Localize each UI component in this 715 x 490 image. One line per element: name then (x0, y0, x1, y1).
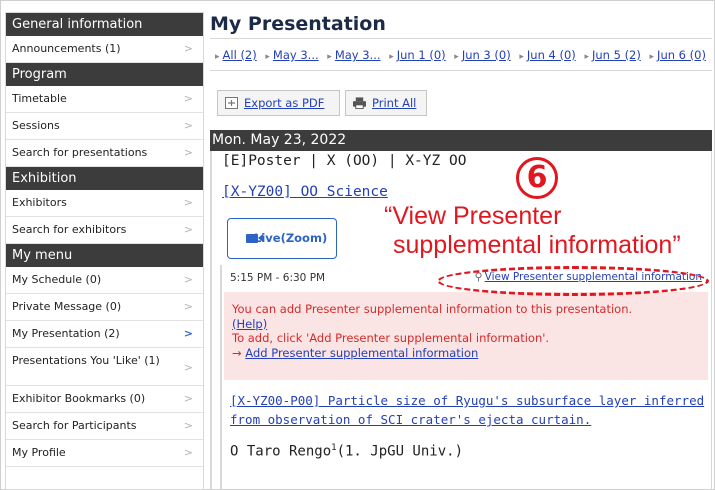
add-supplemental-link[interactable]: Add Presenter supplemental information (245, 346, 478, 360)
chevron-right-icon: > (183, 419, 193, 432)
tab-arrow-icon: ▸ (649, 52, 655, 62)
chevron-right-icon: > (183, 223, 193, 236)
printer-icon (353, 97, 366, 109)
sidebar-heading-program: Program (6, 63, 203, 86)
sidebar: General information Announcements (1) > P… (5, 12, 204, 490)
print-all-label: Print All (372, 96, 417, 110)
sidebar-item-label: Search for presentations (12, 146, 148, 159)
sidebar-item-label: Search for Participants (12, 419, 137, 432)
tab-jun-4[interactable]: Jun 4 (0) (527, 48, 576, 62)
sidebar-item-label: Announcements (1) (12, 42, 121, 55)
chevron-right-icon: > (183, 273, 193, 286)
tab-jun-6[interactable]: Jun 6 (0) (657, 48, 706, 62)
tab-arrow-icon: ▸ (215, 52, 220, 62)
export-icon (225, 97, 238, 109)
sidebar-item-label: My Profile (12, 446, 66, 459)
sidebar-item-label: Exhibitor Bookmarks (0) (12, 392, 146, 405)
sidebar-heading-exhibition: Exhibition (6, 167, 203, 190)
sidebar-item-search-presentations[interactable]: Search for presentations > (6, 140, 203, 167)
notice-line-2: To add, click 'Add Presenter supplementa… (232, 331, 550, 345)
sidebar-item-sessions[interactable]: Sessions > (6, 113, 203, 140)
date-tabs: ▸ All (2) ▸ May 3... ▸ May 3... ▸ Jun 1 (0) … (210, 38, 712, 71)
sidebar-item-label: Presentations You 'Like' (1) (12, 354, 160, 367)
sidebar-item-label: My Presentation (2) (12, 327, 120, 340)
sidebar-item-search-participants[interactable]: Search for Participants > (6, 413, 203, 440)
sidebar-item-my-schedule[interactable]: My Schedule (0) > (6, 267, 203, 294)
presentation-block: 5:15 PM - 6:30 PM ⚲ View Presenter supple… (220, 265, 708, 490)
live-zoom-button[interactable]: Live(Zoom) (227, 218, 337, 259)
chevron-right-icon: > (183, 446, 193, 459)
sidebar-item-private-message[interactable]: Private Message (0) > (6, 294, 203, 321)
sidebar-item-timetable[interactable]: Timetable > (6, 86, 203, 113)
sidebar-item-announcements[interactable]: Announcements (1) > (6, 36, 203, 63)
notice-line-1: You can add Presenter supplemental infor… (232, 302, 633, 316)
sidebar-item-my-presentation[interactable]: My Presentation (2) > (6, 321, 203, 348)
tab-all[interactable]: All (2) (223, 48, 257, 62)
sidebar-item-search-exhibitors[interactable]: Search for exhibitors > (6, 217, 203, 244)
session-link[interactable]: [X-YZ00] OO Science (222, 184, 388, 200)
tab-arrow-icon: ▸ (584, 52, 589, 62)
chevron-right-icon: > (183, 196, 193, 209)
sidebar-heading-general: General information (6, 13, 203, 36)
chevron-right-icon: > (183, 92, 193, 105)
tab-jun-1[interactable]: Jun 1 (0) (397, 48, 446, 62)
tab-arrow-icon: ▸ (519, 52, 524, 62)
sidebar-item-label: Sessions (12, 119, 60, 132)
tab-arrow-icon: ▸ (265, 52, 270, 62)
sidebar-heading-my-menu: My menu (6, 244, 203, 267)
tab-jun-3[interactable]: Jun 3 (0) (462, 48, 511, 62)
annotation-highlight-oval (437, 266, 709, 296)
sidebar-item-label: My Schedule (0) (12, 273, 102, 286)
sidebar-item-exhibitor-bookmarks[interactable]: Exhibitor Bookmarks (0) > (6, 386, 203, 413)
sidebar-item-presentations-liked[interactable]: Presentations You 'Like' (1) > (6, 348, 203, 386)
export-pdf-button[interactable]: Export as PDF (217, 90, 340, 116)
chevron-right-icon: > (183, 392, 193, 405)
annotation-caption-line-1: “View Presenter (384, 202, 562, 230)
chevron-right-icon: > (183, 42, 193, 55)
chevron-right-icon: > (183, 146, 193, 159)
chevron-right-icon: > (183, 119, 193, 132)
author-affiliation: (1. JpGU Univ.) (336, 443, 464, 460)
tab-jun-5[interactable]: Jun 5 (2) (592, 48, 641, 62)
chevron-right-icon: > (183, 327, 193, 340)
chevron-right-icon: > (183, 361, 193, 374)
export-pdf-label: Export as PDF (244, 96, 325, 110)
arrow-right-icon: → (232, 345, 242, 360)
video-camera-icon (246, 234, 263, 243)
day-header: Mon. May 23, 2022 (210, 130, 712, 151)
presentation-time: 5:15 PM - 6:30 PM (230, 272, 326, 284)
sidebar-item-label: Timetable (12, 92, 67, 105)
add-supplemental-row: → Add Presenter supplemental information (232, 346, 708, 361)
author-line: O Taro Rengo1(1. JpGU Univ.) (230, 443, 463, 460)
annotation-caption-line-2: supplemental information” (393, 231, 681, 259)
tab-arrow-icon: ▸ (454, 52, 459, 62)
presentation-title-link[interactable]: [X-YZ00-P00] Particle size of Ryugu's su… (230, 391, 710, 429)
supplemental-notice: You can add Presenter supplemental infor… (224, 292, 708, 380)
annotation-step-number: 6 (516, 157, 558, 199)
tab-arrow-icon: ▸ (327, 52, 332, 62)
chevron-right-icon: > (183, 300, 193, 313)
tab-may-b[interactable]: May 3... (335, 48, 381, 62)
live-zoom-label: Live(Zoom) (254, 231, 328, 245)
author-name: O Taro Rengo (230, 443, 332, 460)
session-type: [E]Poster | X (OO) | X-YZ OO (222, 153, 467, 169)
sidebar-item-exhibitors[interactable]: Exhibitors > (6, 190, 203, 217)
tab-may-a[interactable]: May 3... (273, 48, 319, 62)
sidebar-item-label: Private Message (0) (12, 300, 122, 313)
sidebar-item-label: Search for exhibitors (12, 223, 127, 236)
tab-arrow-icon: ▸ (389, 52, 394, 62)
sidebar-item-my-profile[interactable]: My Profile > (6, 440, 203, 467)
page-title: My Presentation (210, 13, 386, 35)
help-link[interactable]: (Help) (232, 317, 708, 332)
sidebar-item-label: Exhibitors (12, 196, 67, 209)
print-all-button[interactable]: Print All (345, 90, 427, 116)
